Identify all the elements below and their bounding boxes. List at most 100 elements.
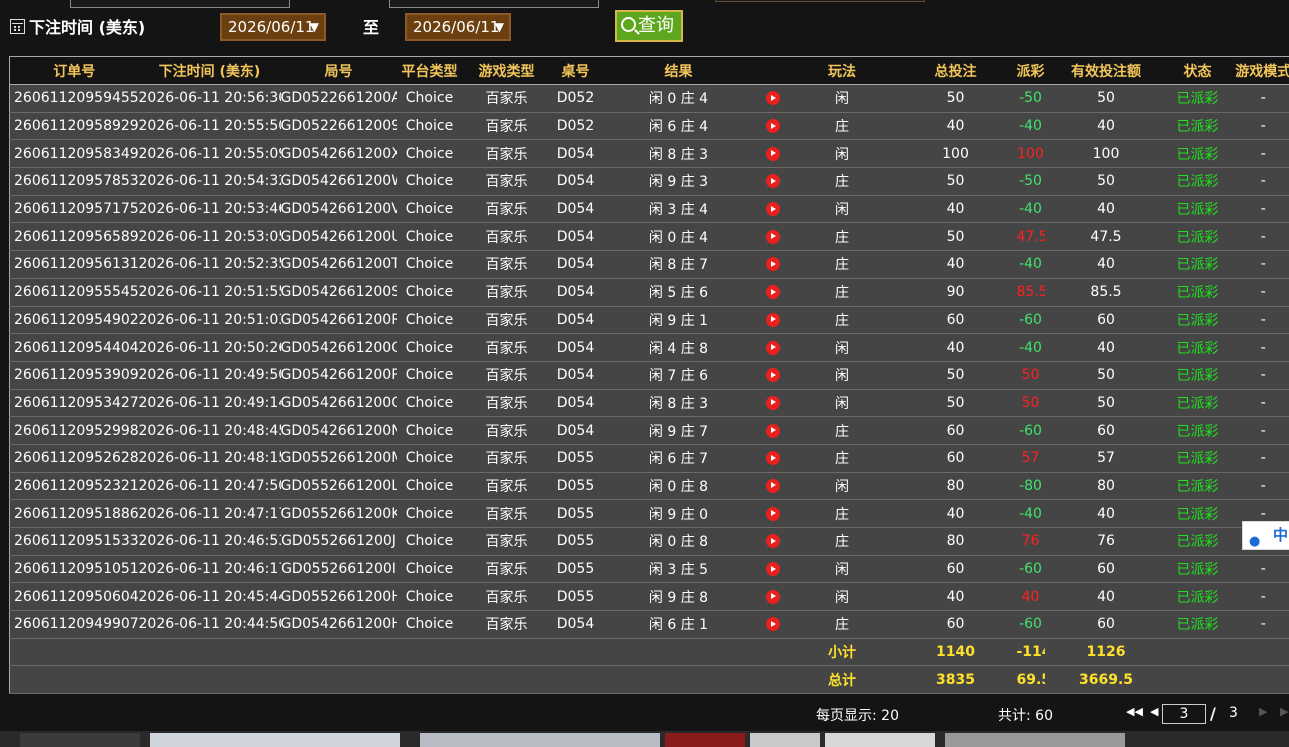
total-bet-cell: 50 <box>894 361 1017 390</box>
video-cell <box>756 416 790 445</box>
payout-cell: 47.5 <box>1016 222 1045 252</box>
col-header-platform: 平台类型 <box>396 56 463 85</box>
play-video-icon[interactable] <box>766 174 780 189</box>
end-date-select[interactable]: 2026/06/11 ▼ <box>405 13 511 41</box>
order-no-cell: 260611209510511 <box>9 555 139 584</box>
game-mode-cell: - <box>1227 555 1289 584</box>
play-video-icon[interactable] <box>766 368 780 383</box>
play-video-icon[interactable] <box>766 312 780 327</box>
play-video-icon[interactable] <box>766 146 780 161</box>
table-no-cell: D054 <box>550 250 601 279</box>
game-type-cell: 百家乐 <box>462 306 551 335</box>
summary-label: 总计 <box>789 665 895 695</box>
next-page-icon[interactable]: ▶ <box>1259 705 1267 718</box>
game-mode-cell: - <box>1227 361 1289 390</box>
bet-time-cell: 2026-06-11 20:49:14 <box>138 389 281 418</box>
play-video-icon[interactable] <box>766 257 780 272</box>
payout-cell: -50 <box>1016 167 1045 196</box>
order-no-cell: 260611209518862 <box>9 499 139 528</box>
bet-time-cell: 2026-06-11 20:47:17 <box>138 499 281 528</box>
last-page-icon[interactable]: ▶ <box>1280 705 1288 718</box>
bet-time-cell: 2026-06-11 20:45:44 <box>138 582 281 612</box>
play-video-icon[interactable] <box>766 202 780 217</box>
table-row: 260611209510511 2026-06-11 20:46:17 GD0552… <box>9 555 1289 584</box>
video-cell <box>756 84 790 113</box>
total-bet-cell: 40 <box>894 250 1017 279</box>
play-video-icon[interactable] <box>766 285 780 300</box>
status-cell: 已派彩 <box>1167 278 1228 307</box>
status-cell: 已派彩 <box>1167 582 1228 612</box>
table-row: 260611209539093 2026-06-11 20:49:50 GD0542… <box>9 361 1289 390</box>
status-cell: 已派彩 <box>1167 610 1228 639</box>
page-separator: / <box>1210 704 1216 723</box>
summary-valid-bet: 3669.5 <box>1044 665 1168 695</box>
play-video-icon[interactable] <box>766 506 780 521</box>
payout-cell: 76 <box>1016 527 1045 556</box>
order-no-cell: 260611209526289 <box>9 444 139 473</box>
table-no-cell: D054 <box>550 389 601 418</box>
game-type-cell: 百家乐 <box>462 250 551 279</box>
bet-time-cell: 2026-06-11 20:47:50 <box>138 472 281 501</box>
video-cell <box>756 222 790 252</box>
play-video-icon[interactable] <box>766 617 780 632</box>
bet-type-cell: 庄 <box>789 306 895 335</box>
top-input-3[interactable] <box>715 0 925 2</box>
payout-cell: -40 <box>1016 195 1045 224</box>
play-video-icon[interactable] <box>766 119 780 134</box>
top-input-1[interactable] <box>70 0 290 8</box>
summary-spacer <box>1167 665 1289 695</box>
top-input-2[interactable] <box>389 0 599 8</box>
order-no-cell: 260611209549025 <box>9 306 139 335</box>
search-button[interactable]: 查询 <box>615 10 683 42</box>
bet-type-cell: 闲 <box>789 389 895 418</box>
table-no-cell: D054 <box>550 416 601 445</box>
play-video-icon[interactable] <box>766 478 780 493</box>
prev-page-icon[interactable]: ◀ <box>1150 705 1158 718</box>
valid-bet-cell: 40 <box>1044 250 1168 279</box>
play-video-icon[interactable] <box>766 451 780 466</box>
play-video-icon[interactable] <box>766 91 780 106</box>
play-video-icon[interactable] <box>766 589 780 604</box>
play-video-icon[interactable] <box>766 229 780 244</box>
bet-time-cell: 2026-06-11 20:48:15 <box>138 444 281 473</box>
col-header-video <box>756 56 790 85</box>
play-video-icon[interactable] <box>766 423 780 438</box>
col-header-result: 结果 <box>600 56 757 85</box>
summary-payout: -114 <box>1016 638 1045 667</box>
total-bet-cell: 40 <box>894 582 1017 612</box>
ime-badge[interactable]: ● 中 <box>1242 521 1289 550</box>
video-cell <box>756 139 790 169</box>
payout-cell: -60 <box>1016 416 1045 445</box>
total-bet-cell: 60 <box>894 306 1017 335</box>
bet-time-cell: 2026-06-11 20:50:26 <box>138 333 281 362</box>
play-video-icon[interactable] <box>766 562 780 577</box>
play-video-icon[interactable] <box>766 534 780 549</box>
status-cell: 已派彩 <box>1167 527 1228 556</box>
start-date-select[interactable]: 2026/06/11 ▼ <box>220 13 326 41</box>
payout-cell: -50 <box>1016 84 1045 113</box>
result-cell: 闲 9 庄 0 <box>600 499 757 528</box>
table-no-cell: D054 <box>550 167 601 196</box>
platform-cell: Choice <box>396 195 463 224</box>
order-no-cell: 260611209506041 <box>9 582 139 612</box>
bet-type-cell: 闲 <box>789 84 895 113</box>
payout-cell: 100 <box>1016 139 1045 169</box>
payout-cell: 40 <box>1016 582 1045 612</box>
summary-total-bet: 3835 <box>894 665 1017 695</box>
game-type-cell: 百家乐 <box>462 84 551 113</box>
total-pages: 3 <box>1229 705 1238 721</box>
first-page-icon[interactable]: ◀◀ <box>1126 705 1143 718</box>
bet-type-cell: 庄 <box>789 222 895 252</box>
result-cell: 闲 0 庄 4 <box>600 84 757 113</box>
bet-time-cell: 2026-06-11 20:55:50 <box>138 112 281 141</box>
order-no-cell: 260611209555456 <box>9 278 139 307</box>
valid-bet-cell: 50 <box>1044 84 1168 113</box>
play-video-icon[interactable] <box>766 340 780 355</box>
chevron-down-icon: ▼ <box>494 20 504 34</box>
per-page-label: 每页显示: 20 <box>816 708 899 724</box>
status-cell: 已派彩 <box>1167 195 1228 224</box>
col-header-total-bet: 总投注 <box>894 56 1017 85</box>
page-input[interactable]: 3 <box>1162 704 1206 724</box>
status-cell: 已派彩 <box>1167 84 1228 113</box>
play-video-icon[interactable] <box>766 395 780 410</box>
